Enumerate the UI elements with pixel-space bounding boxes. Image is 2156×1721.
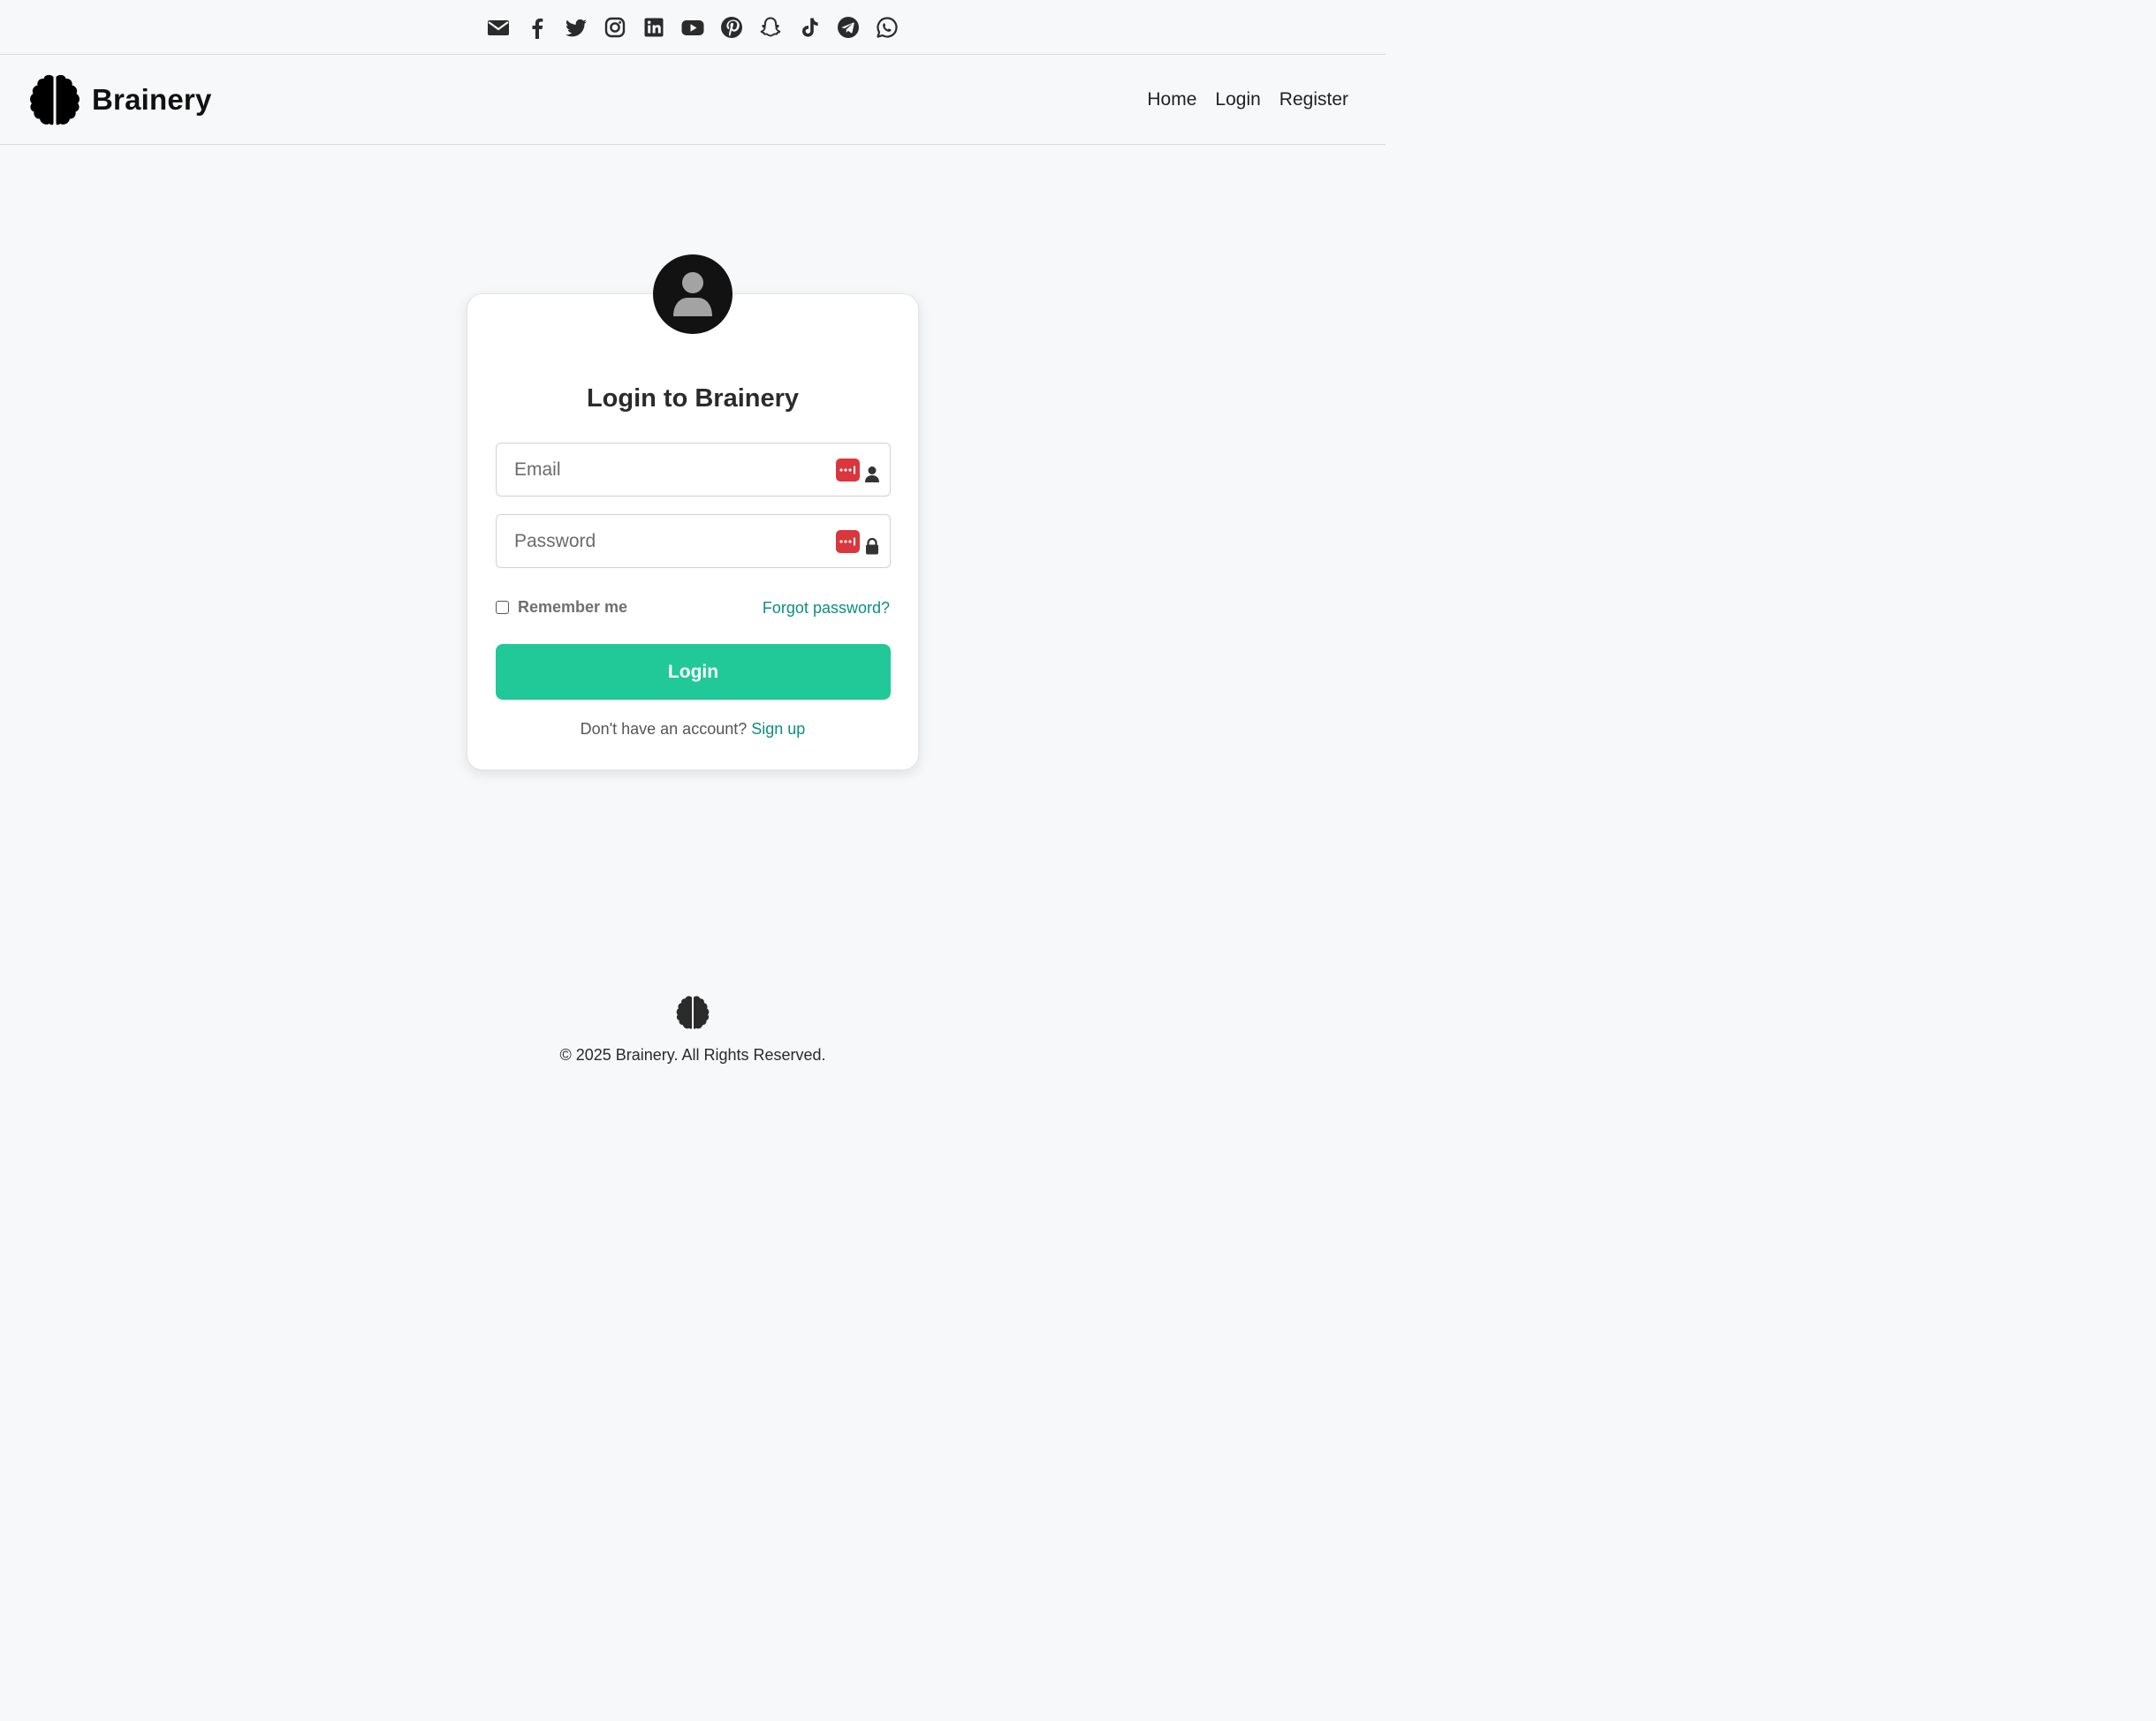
remember-label: Remember me bbox=[518, 598, 628, 616]
brain-icon bbox=[27, 72, 83, 128]
password-input[interactable] bbox=[497, 515, 815, 567]
tiktok-icon[interactable] bbox=[796, 14, 823, 41]
password-field[interactable] bbox=[496, 514, 891, 568]
footer-copyright: © 2025 Brainery. All Rights Reserved. bbox=[559, 1046, 826, 1064]
twitter-icon[interactable] bbox=[563, 14, 589, 41]
login-title: Login to Brainery bbox=[586, 384, 800, 413]
snapchat-icon[interactable] bbox=[757, 14, 784, 41]
nav-links: Home Login Register bbox=[1147, 89, 1348, 110]
whatsapp-icon[interactable] bbox=[874, 14, 900, 41]
signup-link[interactable]: Sign up bbox=[751, 720, 805, 738]
user-circle-icon bbox=[653, 254, 733, 334]
linkedin-icon[interactable] bbox=[641, 14, 667, 41]
instagram-icon[interactable] bbox=[602, 14, 628, 41]
login-card: Login to Brainery Remember me Forgot pas… bbox=[467, 293, 919, 770]
user-icon bbox=[864, 466, 880, 483]
envelope-icon[interactable] bbox=[485, 14, 512, 41]
facebook-icon[interactable] bbox=[524, 14, 550, 41]
password-manager-icon[interactable] bbox=[836, 530, 860, 553]
signup-prompt: Don't have an account? bbox=[580, 720, 748, 738]
email-field[interactable] bbox=[496, 443, 891, 497]
brand-link[interactable]: Brainery bbox=[27, 72, 212, 128]
youtube-icon[interactable] bbox=[679, 14, 706, 41]
telegram-icon[interactable] bbox=[835, 14, 862, 41]
nav-login-link[interactable]: Login bbox=[1215, 89, 1260, 110]
forgot-password-link[interactable]: Forgot password? bbox=[763, 599, 890, 618]
password-manager-icon[interactable] bbox=[836, 459, 860, 481]
brain-icon bbox=[674, 993, 711, 1032]
signup-line: Don't have an account? Sign up bbox=[467, 720, 918, 739]
remember-checkbox[interactable] bbox=[496, 601, 509, 614]
login-button[interactable]: Login bbox=[496, 644, 891, 700]
remember-me[interactable]: Remember me bbox=[496, 598, 627, 617]
brand-name: Brainery bbox=[92, 82, 212, 116]
email-input[interactable] bbox=[497, 444, 815, 496]
pinterest-icon[interactable] bbox=[718, 14, 745, 41]
lock-icon bbox=[864, 537, 880, 555]
navbar: Brainery Home Login Register bbox=[0, 55, 1385, 145]
nav-home-link[interactable]: Home bbox=[1147, 89, 1196, 110]
social-bar bbox=[0, 0, 1385, 55]
nav-register-link[interactable]: Register bbox=[1279, 89, 1348, 110]
